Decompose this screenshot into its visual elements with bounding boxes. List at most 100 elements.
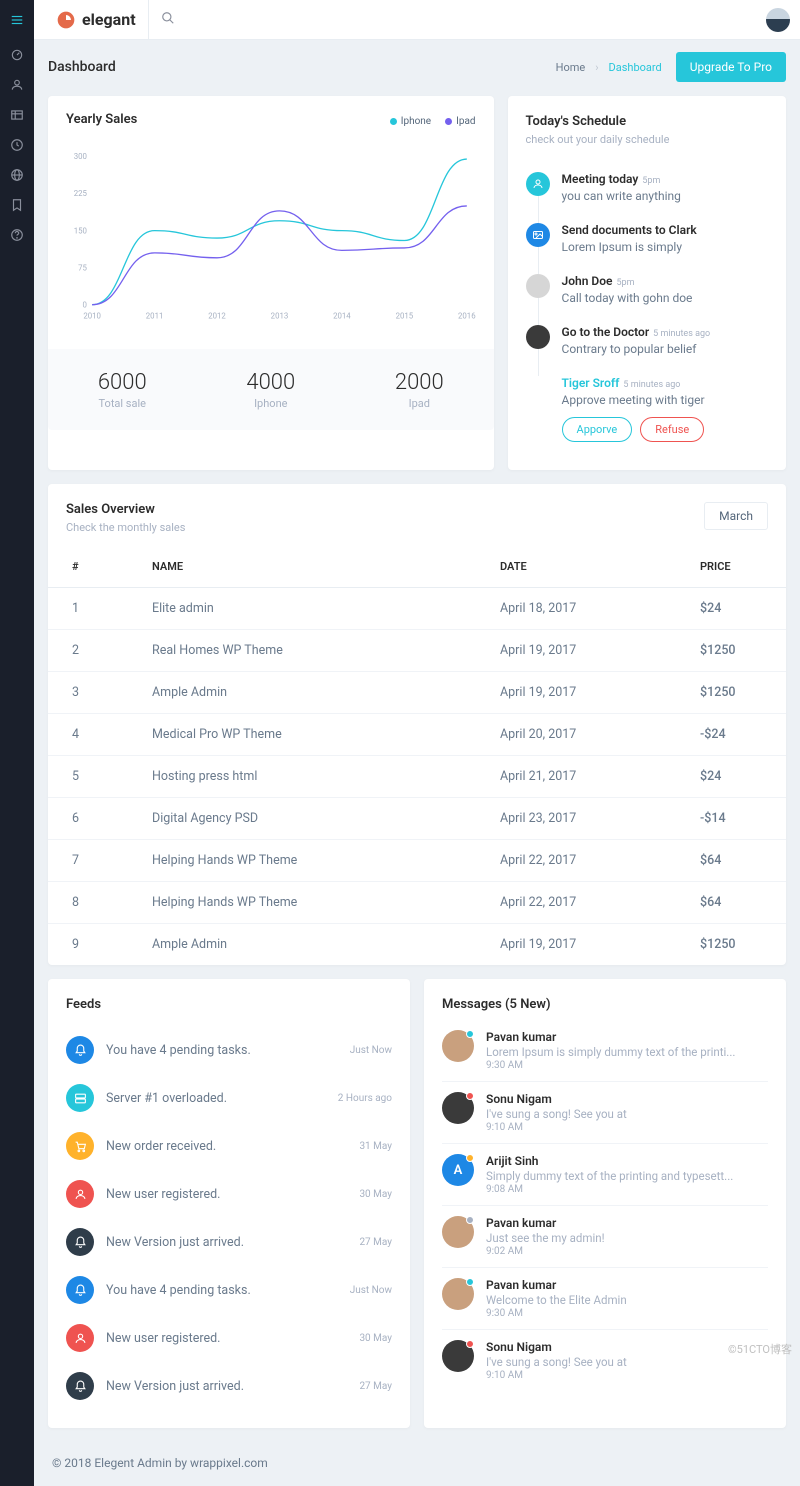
bell-icon (66, 1228, 94, 1256)
feed-time: 27 May (359, 1381, 392, 1392)
svg-text:225: 225 (74, 189, 88, 198)
search-button[interactable] (149, 11, 187, 29)
server-icon (66, 1084, 94, 1112)
table-row[interactable]: 8Helping Hands WP ThemeApril 22, 2017 $6… (48, 882, 786, 924)
feed-time: 31 May (359, 1141, 392, 1152)
svg-text:2010: 2010 (83, 312, 101, 321)
chart-stat: 6000Total sale (48, 350, 197, 430)
sales-subtitle: Check the monthly sales (66, 521, 185, 534)
message-time: 9:02 AM (486, 1246, 768, 1257)
sales-overview-card: Sales Overview Check the monthly sales M… (48, 484, 786, 965)
nav-dashboard-icon[interactable] (0, 40, 34, 70)
svg-text:2015: 2015 (396, 312, 414, 321)
message-avatar (442, 1092, 474, 1124)
feed-text: New user registered. (106, 1187, 347, 1202)
message-text: Welcome to the Elite Admin (486, 1293, 768, 1307)
message-time: 9:10 AM (486, 1122, 768, 1133)
bell-icon (66, 1276, 94, 1304)
sales-chart: 0751502253002010201120122013201420152016 (66, 135, 476, 335)
cart-icon (66, 1132, 94, 1160)
table-row[interactable]: 3Ample AdminApril 19, 2017 $1250 (48, 672, 786, 714)
table-row[interactable]: 1Elite adminApril 18, 2017 $24 (48, 588, 786, 630)
message-item[interactable]: A Arijit Sinh Simply dummy text of the p… (442, 1144, 768, 1206)
feed-text: You have 4 pending tasks. (106, 1043, 338, 1058)
col-index: # (48, 546, 128, 588)
nav-help-icon[interactable] (0, 220, 34, 250)
message-item[interactable]: Pavan kumar Welcome to the Elite Admin 9… (442, 1268, 768, 1330)
refuse-button[interactable]: Refuse (640, 417, 704, 442)
status-dot-icon (466, 1030, 474, 1038)
table-row[interactable]: 4Medical Pro WP ThemeApril 20, 2017 -$24 (48, 714, 786, 756)
nav-globe-icon[interactable] (0, 160, 34, 190)
feed-item[interactable]: New order received. 31 May (66, 1122, 392, 1170)
table-row[interactable]: 5Hosting press htmlApril 21, 2017 $24 (48, 756, 786, 798)
feed-item[interactable]: New Version just arrived. 27 May (66, 1218, 392, 1266)
svg-text:2011: 2011 (146, 312, 164, 321)
nav-clock-icon[interactable] (0, 130, 34, 160)
sales-title: Sales Overview (66, 502, 185, 517)
nav-user-icon[interactable] (0, 70, 34, 100)
user-icon (66, 1324, 94, 1352)
message-avatar (442, 1278, 474, 1310)
table-row[interactable]: 2Real Homes WP ThemeApril 19, 2017 $1250 (48, 630, 786, 672)
breadcrumb-home[interactable]: Home (556, 61, 586, 74)
hamburger-icon (10, 13, 24, 27)
schedule-avatar-icon (526, 223, 550, 247)
schedule-item[interactable]: John Doe5pm Call today with gohn doe (526, 264, 768, 315)
schedule-item[interactable]: Tiger Sroff5 minutes ago Approve meeting… (526, 366, 768, 452)
feed-item[interactable]: Server #1 overloaded. 2 Hours ago (66, 1074, 392, 1122)
feed-item[interactable]: You have 4 pending tasks. Just Now (66, 1026, 392, 1074)
user-avatar[interactable] (766, 8, 790, 32)
status-dot-icon (466, 1154, 474, 1162)
message-avatar (442, 1216, 474, 1248)
schedule-item[interactable]: Send documents to Clark Lorem Ipsum is s… (526, 213, 768, 264)
brand-text: elegant (82, 10, 136, 29)
message-text: I've sung a song! See you at (486, 1355, 768, 1369)
messages-title: Messages (5 New) (442, 997, 768, 1012)
user-icon (66, 1180, 94, 1208)
yearly-sales-card: Yearly Sales IphoneIpad 0751502253002010… (48, 96, 494, 470)
topbar: elegant (34, 0, 800, 40)
svg-text:0: 0 (83, 300, 87, 309)
legend-item: Iphone (390, 116, 431, 127)
brand-logo[interactable]: elegant (44, 0, 149, 40)
menu-toggle[interactable] (0, 0, 34, 40)
feed-time: Just Now (350, 1045, 392, 1056)
approve-button[interactable]: Apporve (562, 417, 633, 442)
message-time: 9:10 AM (486, 1370, 768, 1381)
table-row[interactable]: 9Ample AdminApril 19, 2017 $1250 (48, 924, 786, 966)
message-name: Sonu Nigam (486, 1340, 768, 1354)
message-text: Just see the my admin! (486, 1231, 768, 1245)
message-avatar (442, 1340, 474, 1372)
message-name: Pavan kumar (486, 1030, 768, 1044)
upgrade-button[interactable]: Upgrade To Pro (676, 52, 786, 82)
search-icon (161, 11, 175, 25)
feed-item[interactable]: You have 4 pending tasks. Just Now (66, 1266, 392, 1314)
message-item[interactable]: Sonu Nigam I've sung a song! See you at … (442, 1082, 768, 1144)
schedule-item[interactable]: Meeting today5pm you can write anything (526, 162, 768, 213)
schedule-avatar-icon (526, 325, 550, 349)
nav-table-icon[interactable] (0, 100, 34, 130)
feed-item[interactable]: New user registered. 30 May (66, 1314, 392, 1362)
feeds-title: Feeds (66, 997, 392, 1012)
feed-item[interactable]: New Version just arrived. 27 May (66, 1362, 392, 1410)
schedule-card: Today's Schedule check out your daily sc… (508, 96, 786, 470)
svg-text:2016: 2016 (458, 312, 476, 321)
status-dot-icon (466, 1092, 474, 1100)
schedule-item[interactable]: Go to the Doctor5 minutes ago Contrary t… (526, 315, 768, 366)
message-item[interactable]: Pavan kumar Just see the my admin! 9:02 … (442, 1206, 768, 1268)
message-name: Pavan kumar (486, 1278, 768, 1292)
feed-item[interactable]: New user registered. 30 May (66, 1170, 392, 1218)
breadcrumb-current[interactable]: Dashboard (609, 61, 662, 74)
month-dropdown[interactable]: March (704, 502, 768, 530)
message-item[interactable]: Pavan kumar Lorem Ipsum is simply dummy … (442, 1020, 768, 1082)
schedule-title: Today's Schedule (526, 114, 768, 129)
table-row[interactable]: 6Digital Agency PSDApril 23, 2017 -$14 (48, 798, 786, 840)
nav-bookmark-icon[interactable] (0, 190, 34, 220)
status-dot-icon (466, 1340, 474, 1348)
table-row[interactable]: 7Helping Hands WP ThemeApril 22, 2017 $6… (48, 840, 786, 882)
schedule-item-title: Meeting today (562, 172, 639, 186)
logo-mark-icon (56, 10, 76, 30)
message-time: 9:30 AM (486, 1060, 768, 1071)
page-title: Dashboard (48, 59, 116, 75)
